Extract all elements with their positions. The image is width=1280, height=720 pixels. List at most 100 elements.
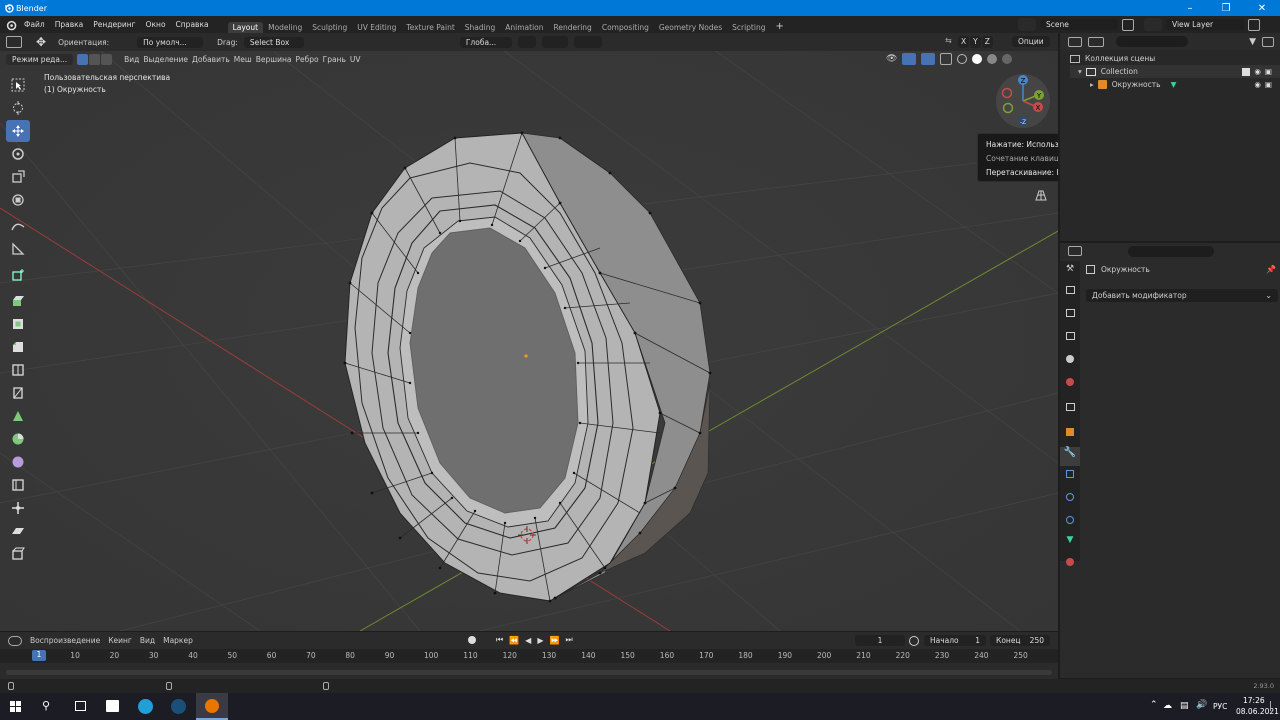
tab-sculpting[interactable]: Sculpting bbox=[307, 22, 352, 33]
new-scene-icon[interactable] bbox=[1122, 18, 1134, 31]
tab-geometry-nodes[interactable]: Geometry Nodes bbox=[654, 22, 727, 33]
xray-icon[interactable] bbox=[940, 53, 953, 65]
spin-tool-icon[interactable] bbox=[6, 428, 30, 450]
options-dropdown[interactable]: Опции bbox=[1012, 36, 1050, 47]
network-icon[interactable]: ▤ bbox=[1180, 701, 1189, 711]
constraints-tab-icon[interactable] bbox=[1060, 516, 1080, 535]
play-icon[interactable]: ▶ bbox=[537, 636, 543, 645]
menu-add[interactable]: Добавить bbox=[192, 55, 230, 64]
scene-icon[interactable] bbox=[1018, 18, 1036, 31]
axis-y-toggle[interactable]: Y bbox=[970, 36, 981, 48]
windows-start-icon[interactable] bbox=[10, 701, 21, 712]
collapse-arrow-icon[interactable]: ▾ bbox=[1078, 67, 1082, 76]
properties-editor-icon[interactable] bbox=[1068, 246, 1082, 256]
outliner-row-collection[interactable]: ▾ Collection ◉ ▣ bbox=[1070, 65, 1280, 78]
particles-tab-icon[interactable] bbox=[1060, 470, 1080, 489]
menu-render[interactable]: Рендеринг bbox=[88, 20, 140, 29]
pivot-icon[interactable] bbox=[517, 36, 536, 48]
display-mode-icon[interactable] bbox=[1088, 36, 1104, 47]
close-icon[interactable]: ✕ bbox=[1244, 0, 1280, 16]
timeline-view-menu[interactable]: Вид bbox=[140, 636, 155, 645]
menu-uv[interactable]: UV bbox=[350, 55, 361, 64]
checkbox-icon[interactable] bbox=[1242, 67, 1251, 76]
outliner-search-input[interactable] bbox=[1116, 36, 1188, 47]
jump-start-icon[interactable]: ⏮ bbox=[496, 635, 503, 645]
material-shading-icon[interactable] bbox=[987, 54, 998, 64]
menu-vertex[interactable]: Вершина bbox=[256, 55, 292, 64]
visibility-icon[interactable]: 👁 bbox=[886, 54, 897, 64]
menu-edit[interactable]: Правка bbox=[50, 20, 89, 29]
timeline-editor-icon[interactable] bbox=[8, 635, 22, 646]
proportional-edit-icon[interactable] bbox=[573, 36, 602, 48]
store-icon[interactable] bbox=[106, 700, 119, 712]
add-workspace-button[interactable]: + bbox=[770, 20, 788, 33]
wireframe-shading-icon[interactable] bbox=[957, 54, 968, 64]
edge-select-icon[interactable] bbox=[89, 53, 101, 65]
object-camera-icon[interactable]: ▣ bbox=[1265, 80, 1272, 89]
navigation-gizmo[interactable]: Z Y X -Z bbox=[993, 71, 1053, 131]
steam-icon[interactable] bbox=[171, 699, 186, 714]
new-collection-icon[interactable] bbox=[1262, 36, 1274, 47]
snap-icon[interactable] bbox=[541, 36, 568, 48]
poly-build-tool-icon[interactable] bbox=[6, 405, 30, 427]
mode-dropdown[interactable]: Режим реда... bbox=[6, 53, 74, 65]
tab-uv-editing[interactable]: UV Editing bbox=[352, 22, 401, 33]
playhead[interactable]: 1 bbox=[32, 650, 46, 661]
tray-chevron-icon[interactable]: ⌃ bbox=[1150, 700, 1158, 710]
knife-tool-icon[interactable] bbox=[6, 382, 30, 404]
shear-tool-icon[interactable] bbox=[6, 520, 30, 542]
restore-icon[interactable]: ❐ bbox=[1208, 0, 1244, 16]
scale-tool-icon[interactable] bbox=[6, 166, 30, 188]
object-tab-icon[interactable] bbox=[1060, 428, 1080, 447]
data-tab-icon[interactable]: ▼ bbox=[1060, 535, 1080, 554]
clock-icon[interactable] bbox=[909, 636, 919, 646]
tab-modeling[interactable]: Modeling bbox=[263, 22, 307, 33]
drag-dropdown[interactable]: Select Box bbox=[243, 36, 304, 48]
cursor-tool-icon[interactable] bbox=[6, 97, 30, 119]
menu-window[interactable]: Окно bbox=[141, 20, 171, 29]
menu-help[interactable]: Справка bbox=[171, 20, 214, 29]
camera-icon[interactable]: ▣ bbox=[1265, 67, 1272, 76]
jump-end-icon[interactable]: ⏭ bbox=[565, 635, 572, 645]
axis-z-toggle[interactable]: Z bbox=[981, 36, 993, 48]
outliner-editor-icon[interactable] bbox=[1068, 36, 1082, 47]
menu-view[interactable]: Вид bbox=[124, 55, 139, 64]
edge-browser-icon[interactable] bbox=[138, 699, 153, 714]
view-layer-tab-icon[interactable] bbox=[1060, 332, 1080, 351]
physics-tab-icon[interactable] bbox=[1060, 493, 1080, 512]
loop-cut-tool-icon[interactable] bbox=[6, 359, 30, 381]
outliner-row-scene-collection[interactable]: Коллекция сцены bbox=[1070, 52, 1280, 65]
shrink-fatten-tool-icon[interactable] bbox=[6, 497, 30, 519]
modifier-tab-icon[interactable]: 🔧 bbox=[1060, 447, 1080, 466]
keying-menu[interactable]: Кеинг bbox=[108, 636, 132, 645]
menu-select[interactable]: Выделение bbox=[143, 55, 188, 64]
vertex-select-icon[interactable] bbox=[77, 53, 89, 65]
search-icon[interactable]: ⚲ bbox=[42, 699, 50, 712]
smooth-tool-icon[interactable] bbox=[6, 451, 30, 473]
extrude-tool-icon[interactable] bbox=[6, 290, 30, 312]
view-layer-field[interactable]: View Layer bbox=[1166, 19, 1244, 30]
outliner-row-object[interactable]: ▸ Окружность ▼ ◉ ▣ bbox=[1070, 78, 1280, 91]
volume-icon[interactable]: 🔊 bbox=[1196, 700, 1207, 710]
material-tab-icon[interactable] bbox=[1060, 558, 1080, 577]
camera-view-icon[interactable] bbox=[1034, 168, 1048, 180]
menu-edge[interactable]: Ребро bbox=[296, 55, 319, 64]
properties-search-input[interactable] bbox=[1128, 245, 1214, 257]
collection-tab-icon[interactable] bbox=[1060, 403, 1080, 422]
rendered-shading-icon[interactable] bbox=[1002, 54, 1013, 64]
scene-tab-icon[interactable] bbox=[1060, 355, 1080, 374]
tool-tab-icon[interactable]: ⚒ bbox=[1060, 261, 1080, 280]
notifications-icon[interactable] bbox=[1270, 701, 1278, 711]
playback-menu[interactable]: Воспроизведение bbox=[30, 636, 100, 645]
new-view-layer-icon[interactable] bbox=[1248, 18, 1260, 31]
bevel-tool-icon[interactable] bbox=[6, 336, 30, 358]
object-eye-icon[interactable]: ◉ bbox=[1254, 80, 1261, 89]
tab-compositing[interactable]: Compositing bbox=[597, 22, 654, 33]
current-frame-field[interactable]: 1 bbox=[855, 635, 905, 646]
end-frame-field[interactable]: Конец 250 bbox=[990, 635, 1050, 646]
record-icon[interactable] bbox=[468, 636, 476, 644]
measure-tool-icon[interactable] bbox=[6, 238, 30, 260]
blender-menu-icon[interactable] bbox=[5, 19, 17, 31]
ortho-toggle-icon[interactable] bbox=[1034, 188, 1048, 202]
rotate-tool-icon[interactable] bbox=[6, 143, 30, 165]
